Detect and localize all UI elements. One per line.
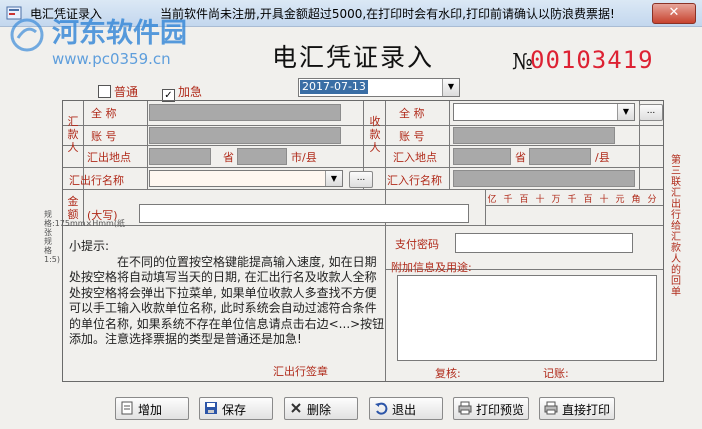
remitter-name-label: 全 称 bbox=[91, 107, 117, 120]
remitter-province-label: 省 bbox=[223, 151, 234, 164]
payee-name-label: 全 称 bbox=[399, 107, 425, 120]
delete-button[interactable]: 删除 bbox=[284, 397, 358, 420]
digit-header: 百 bbox=[519, 195, 529, 205]
copy-note: 第三联 汇出行给汇款人的回单 bbox=[671, 155, 681, 298]
digit-header: 千 bbox=[567, 195, 577, 205]
add-button[interactable]: 增加 bbox=[115, 397, 189, 420]
date-value: 2017-07-13 bbox=[300, 80, 368, 94]
bank-sign-label: 汇出行签章 bbox=[273, 365, 328, 378]
delete-label: 删除 bbox=[307, 403, 332, 417]
digit-header: 分 bbox=[647, 195, 657, 205]
payee-province-label: 省 bbox=[515, 151, 526, 164]
extra-info-textarea[interactable] bbox=[397, 275, 657, 361]
urgent-label: 加急 bbox=[178, 85, 203, 99]
watermark-site-name: 河东软件园 bbox=[52, 18, 187, 49]
digit-header: 元 bbox=[615, 195, 625, 205]
tips-title: 小提示: bbox=[69, 239, 110, 253]
ellipsis-icon: ... bbox=[356, 173, 366, 183]
digit-header: 万 bbox=[551, 195, 561, 205]
exit-button[interactable]: 退出 bbox=[369, 397, 443, 420]
bookkeeping-label: 记账: bbox=[543, 367, 569, 380]
page-title: 电汇凭证录入 bbox=[272, 43, 435, 72]
close-icon: ✕ bbox=[668, 5, 680, 20]
digit-header: 十 bbox=[599, 195, 609, 205]
print-label: 直接打印 bbox=[562, 403, 611, 417]
payee-bank-label: 汇入行名称 bbox=[387, 174, 442, 187]
payee-name-more-button[interactable]: ... bbox=[639, 104, 663, 121]
add-icon bbox=[121, 401, 133, 415]
serial-number: 00103419 bbox=[530, 46, 654, 74]
remitter-city-field[interactable] bbox=[237, 148, 287, 165]
floppy-icon bbox=[205, 402, 217, 414]
print-preview-label: 打印预览 bbox=[476, 403, 525, 417]
remitter-province-field[interactable] bbox=[149, 148, 211, 165]
payee-name-select[interactable]: ▼ bbox=[453, 103, 635, 121]
paper-spec-note: 规格:175mm×Hmm(纸张规格1:5) bbox=[44, 210, 125, 264]
pay-password-input[interactable] bbox=[455, 233, 633, 253]
print-button[interactable]: 直接打印 bbox=[539, 397, 615, 420]
digit-header: 角 bbox=[631, 195, 641, 205]
tips-body: 在不同的位置按空格键能提高输入速度, 如在日期处按空格将自动填写当天的日期, 在… bbox=[69, 254, 385, 347]
payee-province-field[interactable] bbox=[453, 148, 511, 165]
digit-header: 十 bbox=[535, 195, 545, 205]
remitter-group-label: 汇款人 bbox=[67, 115, 79, 154]
tips-panel: 小提示: 在不同的位置按空格键能提高输入速度, 如在日期处按空格将自动填写当天的… bbox=[69, 239, 385, 348]
printer-icon bbox=[544, 401, 558, 415]
print-preview-button[interactable]: 打印预览 bbox=[453, 397, 529, 420]
amount-label: 金额 bbox=[67, 195, 79, 221]
payee-account-label: 账 号 bbox=[399, 130, 425, 143]
digit-header: 千 bbox=[503, 195, 513, 205]
remitter-bank-more-button[interactable]: ... bbox=[349, 171, 373, 188]
amount-digit-headers: 亿 千 百 十 万 千 百 十 元 角 分 bbox=[485, 189, 663, 205]
remitter-location-label: 汇出地点 bbox=[87, 151, 131, 164]
watermark-logo-icon bbox=[10, 18, 44, 52]
save-button[interactable]: 保存 bbox=[199, 397, 273, 420]
remitter-city-label: 市/县 bbox=[291, 151, 317, 164]
payee-account-field[interactable] bbox=[453, 127, 615, 144]
ellipsis-icon: ... bbox=[646, 106, 656, 116]
remitter-name-field[interactable] bbox=[149, 104, 341, 121]
delete-x-icon bbox=[291, 403, 301, 413]
undo-arrow-icon bbox=[375, 402, 388, 415]
printer-icon bbox=[458, 401, 472, 415]
close-button[interactable]: ✕ bbox=[652, 3, 696, 24]
date-select[interactable]: 2017-07-13 ▼ bbox=[298, 78, 460, 97]
remitter-bank-select[interactable]: ▼ bbox=[149, 170, 343, 187]
save-label: 保存 bbox=[222, 403, 247, 417]
payee-location-label: 汇入地点 bbox=[393, 151, 437, 164]
amount-caps-input[interactable] bbox=[139, 204, 469, 223]
voucher-form: 汇款人 全 称 账 号 汇出地点 省 市/县 汇出行名称 ▼ ... 收款人 全… bbox=[62, 100, 664, 382]
checkbox-box[interactable] bbox=[98, 85, 111, 98]
normal-label: 普通 bbox=[114, 85, 139, 99]
payee-city-label: /县 bbox=[595, 151, 610, 164]
remitter-account-label: 账 号 bbox=[91, 130, 117, 143]
digit-header: 百 bbox=[583, 195, 593, 205]
add-label: 增加 bbox=[138, 403, 163, 417]
review-label: 复核: bbox=[435, 367, 461, 380]
remitter-bank-label: 汇出行名称 bbox=[69, 174, 124, 187]
watermark-url: www.pc0359.cn bbox=[52, 50, 171, 68]
payee-city-field[interactable] bbox=[529, 148, 591, 165]
normal-checkbox[interactable]: 普通 bbox=[98, 83, 138, 100]
pay-password-label: 支付密码 bbox=[395, 238, 439, 251]
chevron-down-icon[interactable]: ▼ bbox=[325, 171, 342, 186]
payee-bank-field[interactable] bbox=[453, 170, 635, 187]
chevron-down-icon[interactable]: ▼ bbox=[442, 79, 459, 96]
payee-group-label: 收款人 bbox=[369, 115, 381, 154]
chevron-down-icon[interactable]: ▼ bbox=[617, 104, 634, 120]
registration-notice: 当前软件尚未注册,开具金额超过5000,在打印时会有水印,打印前请确认以防浪费票… bbox=[160, 7, 615, 21]
exit-label: 退出 bbox=[392, 403, 417, 417]
digit-header: 亿 bbox=[487, 195, 497, 205]
extra-info-label: 附加信息及用途: bbox=[391, 261, 472, 274]
remitter-account-field[interactable] bbox=[149, 127, 341, 144]
